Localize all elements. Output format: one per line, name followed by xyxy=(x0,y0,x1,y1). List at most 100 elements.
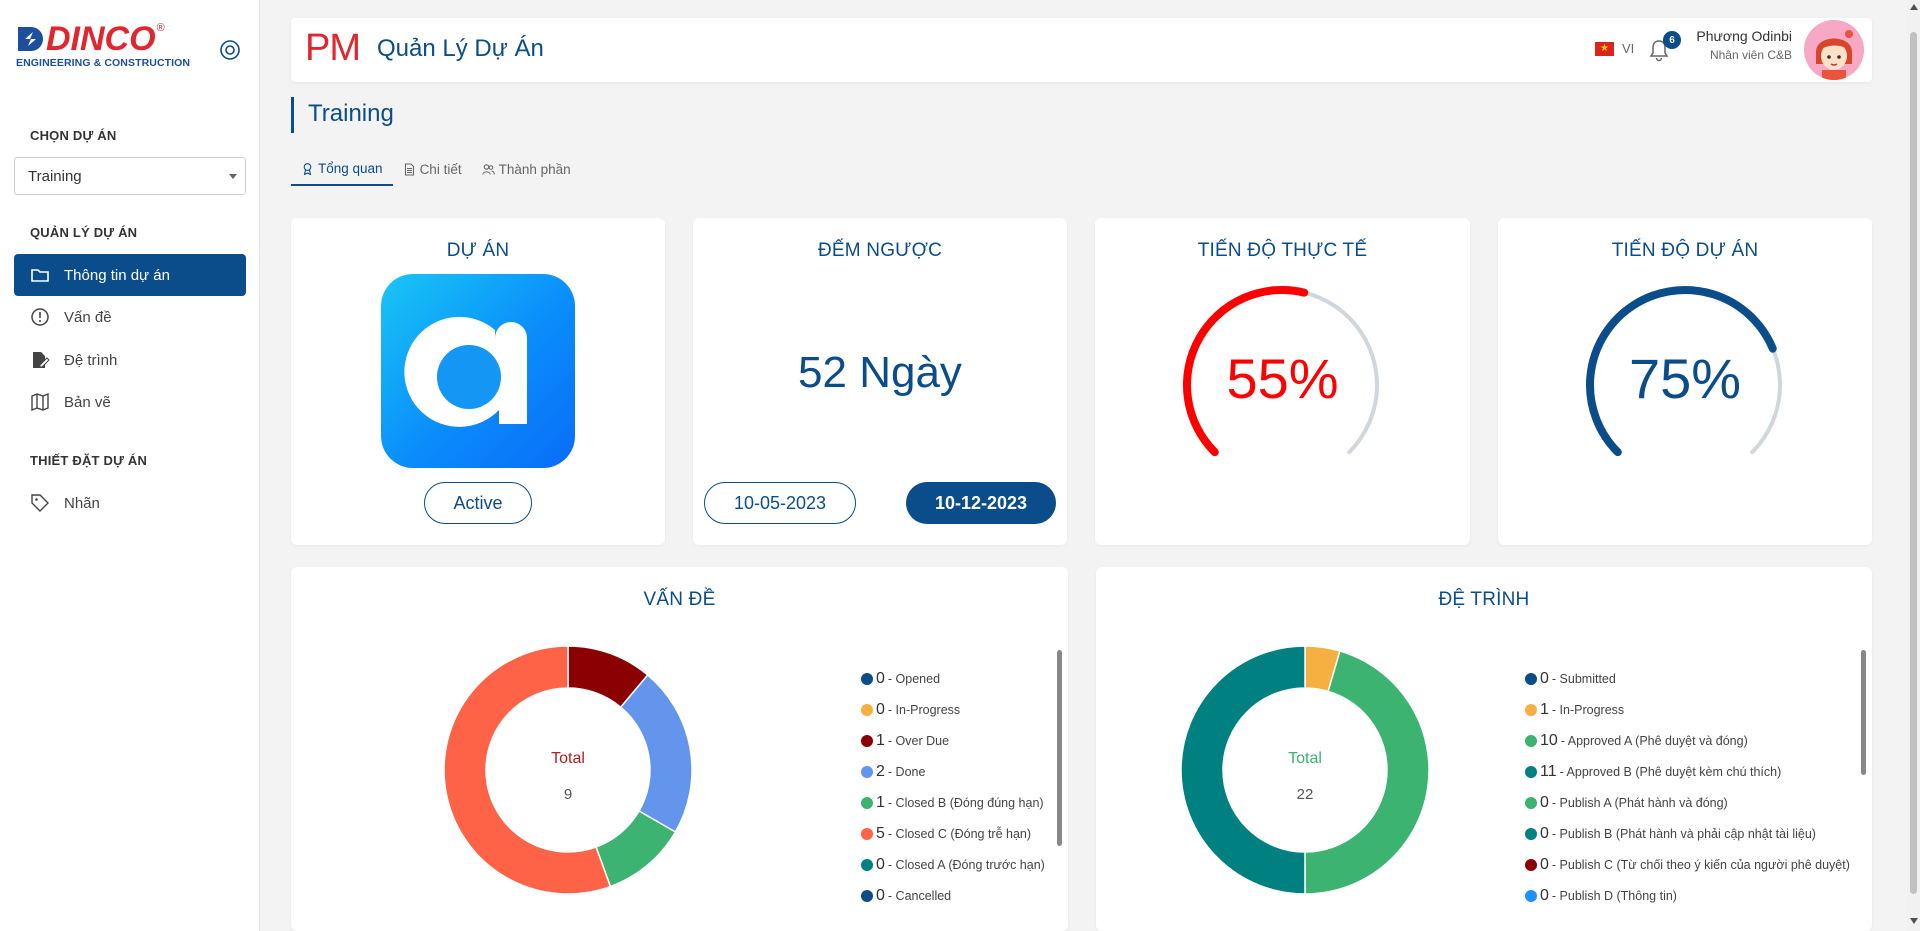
countdown-card: ĐẾM NGƯỢC 52 Ngày 10-05-2023 10-12-2023 xyxy=(693,218,1067,545)
avatar-illustration-icon xyxy=(1804,20,1864,80)
submittals-legend-scrollbar[interactable] xyxy=(1861,650,1866,775)
legend-count: 0 xyxy=(876,700,885,718)
sidebar-item-label: Bản vẽ xyxy=(64,393,111,411)
legend-item[interactable]: 10- Approved A (Phê duyệt và đóng) xyxy=(1525,725,1850,756)
legend-item[interactable]: 0- Publish C (Từ chối theo ý kiến của ng… xyxy=(1525,849,1850,880)
legend-item[interactable]: 5- Closed C (Đóng trễ hạn) xyxy=(861,818,1045,849)
alert-circle-icon xyxy=(31,308,49,326)
legend-item[interactable]: 1- Closed B (Đóng đúng hạn) xyxy=(861,787,1045,818)
legend-item[interactable]: 0- Submitted xyxy=(1525,663,1850,694)
page-scrollbar-thumb[interactable] xyxy=(1910,32,1917,894)
tab-bar: Tổng quan Chi tiết Thành phần xyxy=(291,152,581,186)
submittals-donut-chart xyxy=(1180,645,1430,895)
legend-dot-icon xyxy=(861,672,873,685)
language-label[interactable]: VI xyxy=(1622,41,1634,56)
page-scrollbar[interactable] xyxy=(1907,0,1920,931)
legend-count: 0 xyxy=(876,669,885,687)
issues-total-value: 9 xyxy=(563,786,573,803)
legend-dot-icon xyxy=(861,734,873,747)
issues-donut-chart xyxy=(443,645,693,895)
top-header: PM Quản Lý Dự Án ★ VI 6 Phương Odinbi Nh… xyxy=(291,18,1872,82)
project-progress-value: 75% xyxy=(1628,347,1742,410)
legend-label: - Submitted xyxy=(1551,671,1616,686)
scroll-down-arrow-icon[interactable] xyxy=(1910,918,1918,924)
actual-progress-value: 55% xyxy=(1226,347,1339,410)
legend-label: - In-Progress xyxy=(1551,702,1625,717)
legend-item[interactable]: 0- Publish D (Thông tin) xyxy=(1525,880,1850,911)
sidebar-item-project-info[interactable]: Thông tin dự án xyxy=(14,254,246,296)
sidebar-item-label: Nhãn xyxy=(64,494,100,512)
submittals-legend: 0- Submitted 1- In-Progress 10- Approved A… xyxy=(1525,663,1850,911)
logo-subtitle: ENGINEERING & CONSTRUCTION xyxy=(16,57,191,69)
legend-label: - Approved B (Phê duyệt kèm chú thích) xyxy=(1559,764,1782,779)
legend-item[interactable]: 11- Approved B (Phê duyệt kèm chú thích) xyxy=(1525,756,1850,787)
document-icon xyxy=(404,162,414,176)
legend-dot-icon xyxy=(1525,796,1537,809)
project-status-badge[interactable]: Active xyxy=(424,482,532,524)
start-date-badge[interactable]: 10-05-2023 xyxy=(704,482,856,524)
legend-item[interactable]: 1- Over Due xyxy=(861,725,1045,756)
page-title: Training xyxy=(291,97,394,133)
award-icon xyxy=(303,162,312,175)
sidebar-item-issues[interactable]: Vấn đề xyxy=(14,296,246,338)
issues-chart-card: VẤN ĐỀ Total 9 0- Opened 0- In-Progress 1-… xyxy=(291,567,1068,931)
legend-item[interactable]: 0- Publish B (Phát hành và phải cập nhật… xyxy=(1525,818,1850,849)
issues-total-label: Total xyxy=(551,750,585,767)
legend-dot-icon xyxy=(861,889,873,902)
legend-item[interactable]: 0- In-Progress xyxy=(861,694,1045,725)
project-d-logo-icon xyxy=(404,316,527,427)
legend-count: 5 xyxy=(876,824,885,842)
dinco-mark-icon xyxy=(18,27,43,51)
vietnam-flag-icon[interactable]: ★ xyxy=(1595,42,1614,56)
legend-label: - Cancelled xyxy=(887,888,952,903)
project-settings-title: THIẾT ĐẶT DỰ ÁN xyxy=(30,453,148,468)
project-progress-title: TIẾN ĐỘ DỰ ÁN xyxy=(1611,240,1759,261)
folder-icon xyxy=(31,269,49,282)
end-date-badge[interactable]: 10-12-2023 xyxy=(906,482,1056,524)
legend-dot-icon xyxy=(1525,765,1537,778)
tab-overview[interactable]: Tổng quan xyxy=(291,152,393,186)
tab-details[interactable]: Chi tiết xyxy=(393,152,472,186)
project-select[interactable]: Training xyxy=(14,157,246,195)
legend-label: - Closed B (Đóng đúng hạn) xyxy=(887,795,1044,810)
issues-legend-scrollbar[interactable] xyxy=(1057,650,1062,846)
legend-dot-icon xyxy=(1525,889,1537,902)
legend-label: - In-Progress xyxy=(887,702,961,717)
dinco-logo[interactable]: DINCO ® ENGINEERING & CONSTRUCTION xyxy=(16,22,196,72)
legend-count: 1 xyxy=(876,731,885,749)
legend-item[interactable]: 0- Publish A (Phát hành và đóng) xyxy=(1525,787,1850,818)
legend-count: 0 xyxy=(1540,824,1549,842)
legend-label: - Closed A (Đóng trước hạn) xyxy=(887,857,1045,872)
legend-item[interactable]: 2- Done xyxy=(861,756,1045,787)
target-icon[interactable] xyxy=(218,38,242,62)
avatar[interactable] xyxy=(1804,20,1864,80)
sidebar-item-drawings[interactable]: Bản vẽ xyxy=(14,381,246,423)
sidebar-item-labels[interactable]: Nhãn xyxy=(14,482,246,524)
legend-count: 0 xyxy=(1540,886,1549,904)
legend-item[interactable]: 0- Cancelled xyxy=(861,880,1045,911)
legend-dot-icon xyxy=(1525,827,1537,840)
user-name[interactable]: Phương Odinbi xyxy=(1696,28,1792,44)
legend-item[interactable]: 0- Opened xyxy=(861,663,1045,694)
legend-dot-icon xyxy=(861,827,873,840)
legend-label: - Opened xyxy=(887,671,941,686)
legend-dot-icon xyxy=(1525,672,1537,685)
sidebar-item-submittals[interactable]: Đệ trình xyxy=(14,339,246,381)
chevron-down-icon xyxy=(229,174,237,179)
legend-dot-icon xyxy=(861,703,873,716)
donut-slice[interactable] xyxy=(1180,645,1306,895)
tab-label: Tổng quan xyxy=(318,160,383,176)
tab-label: Chi tiết xyxy=(419,161,462,177)
submittals-chart-card: ĐỆ TRÌNH Total 22 0- Submitted 1- In-Prog… xyxy=(1096,567,1872,931)
manage-project-title: QUẢN LÝ DỰ ÁN xyxy=(30,225,138,240)
legend-dot-icon xyxy=(861,858,873,871)
legend-item[interactable]: 1- In-Progress xyxy=(1525,694,1850,725)
notification-badge[interactable]: 6 xyxy=(1663,31,1681,49)
tab-members[interactable]: Thành phần xyxy=(472,152,581,186)
legend-label: - Approved A (Phê duyệt và đóng) xyxy=(1560,733,1748,748)
scroll-up-arrow-icon[interactable] xyxy=(1910,4,1918,10)
submittals-total-label: Total xyxy=(1288,750,1322,767)
legend-item[interactable]: 0- Closed A (Đóng trước hạn) xyxy=(861,849,1045,880)
legend-label: - Done xyxy=(887,764,926,779)
submittals-total-value: 22 xyxy=(1296,786,1314,803)
